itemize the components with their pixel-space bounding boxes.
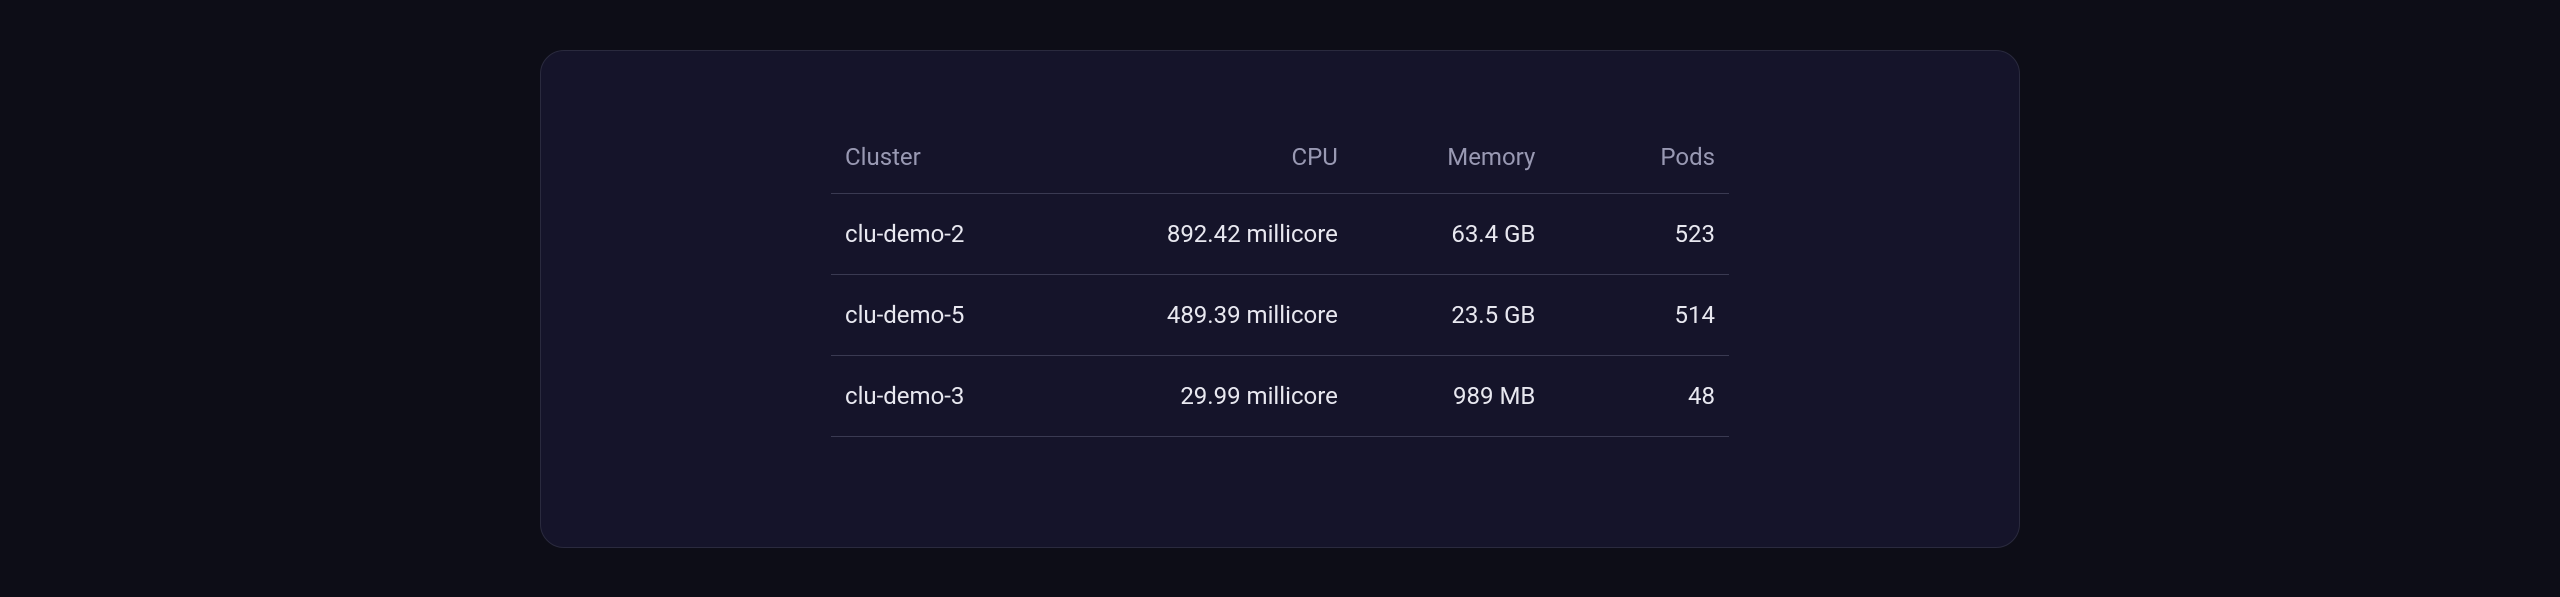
cell-cluster: clu-demo-2	[831, 193, 1100, 274]
cell-cpu: 489.39 millicore	[1100, 274, 1351, 355]
header-cluster: Cluster	[831, 131, 1100, 194]
cell-cluster: clu-demo-3	[831, 355, 1100, 436]
cell-cpu: 892.42 millicore	[1100, 193, 1351, 274]
header-pods: Pods	[1549, 131, 1729, 194]
cell-pods: 514	[1549, 274, 1729, 355]
table-header-row: Cluster CPU Memory Pods	[831, 131, 1729, 194]
cluster-table: Cluster CPU Memory Pods clu-demo-2 892.4…	[831, 131, 1729, 437]
table-row: clu-demo-5 489.39 millicore 23.5 GB 514	[831, 274, 1729, 355]
cell-memory: 23.5 GB	[1352, 274, 1550, 355]
cell-cluster: clu-demo-5	[831, 274, 1100, 355]
cell-pods: 48	[1549, 355, 1729, 436]
cluster-table-panel: Cluster CPU Memory Pods clu-demo-2 892.4…	[540, 50, 2020, 548]
table-row: clu-demo-3 29.99 millicore 989 MB 48	[831, 355, 1729, 436]
cell-memory: 989 MB	[1352, 355, 1550, 436]
header-cpu: CPU	[1100, 131, 1351, 194]
header-memory: Memory	[1352, 131, 1550, 194]
cell-memory: 63.4 GB	[1352, 193, 1550, 274]
table-row: clu-demo-2 892.42 millicore 63.4 GB 523	[831, 193, 1729, 274]
cell-cpu: 29.99 millicore	[1100, 355, 1351, 436]
cell-pods: 523	[1549, 193, 1729, 274]
